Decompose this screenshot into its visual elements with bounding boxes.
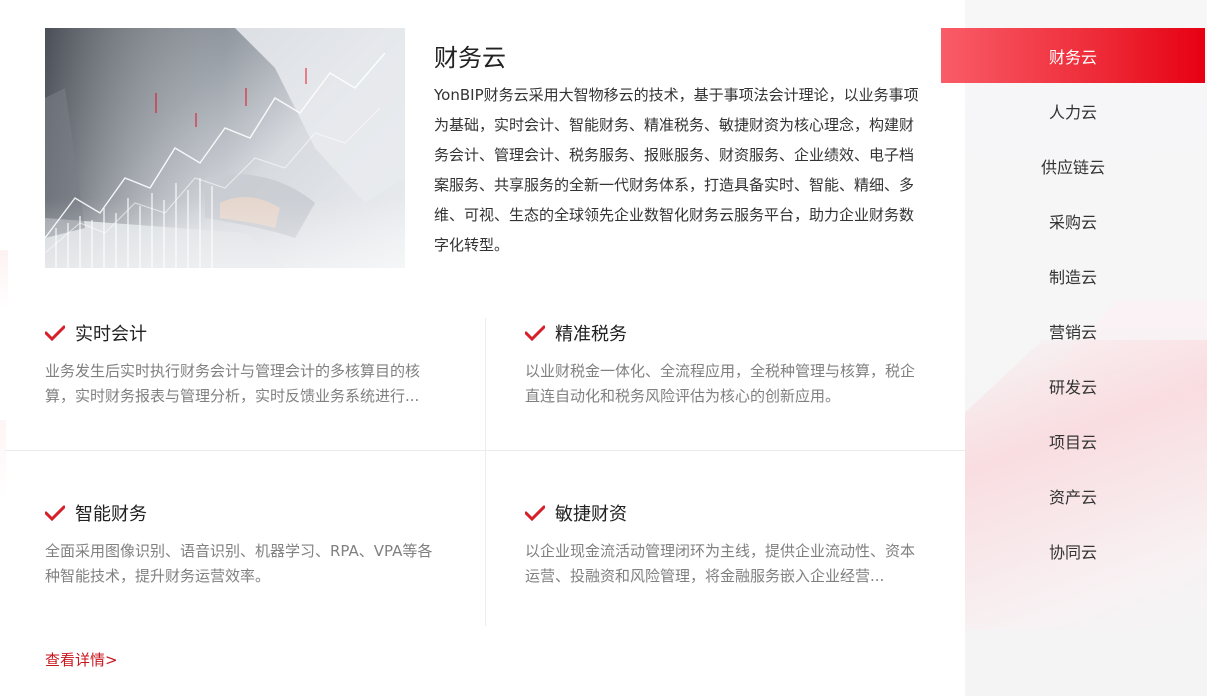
sidebar-item-label: 人力云 <box>1048 102 1097 122</box>
sidebar-item-label: 营销云 <box>1048 322 1097 342</box>
sidebar-item-label: 财务云 <box>1048 47 1097 67</box>
feature-title: 实时会计 <box>75 324 147 345</box>
feature-title: 智能财务 <box>75 504 147 525</box>
sidebar-item-asset-cloud[interactable]: 资产云 <box>941 468 1205 523</box>
sidebar-item-marketing-cloud[interactable]: 营销云 <box>941 303 1205 358</box>
sidebar-item-label: 项目云 <box>1048 432 1097 452</box>
feature-card-precise-tax: 精准税务 以业财税金一体化、全流程应用，全税种管理与核算，税企直连自动化和税务风… <box>525 321 925 409</box>
hero-image <box>45 28 405 268</box>
page-title: 财务云 <box>434 44 506 72</box>
checkmark-icon <box>525 325 545 341</box>
feature-title: 精准税务 <box>555 324 627 345</box>
divider <box>485 318 486 626</box>
view-details-link[interactable]: 查看详情> <box>45 649 118 670</box>
sidebar-item-label: 采购云 <box>1048 212 1097 232</box>
sidebar-item-label: 供应链云 <box>1040 157 1105 177</box>
decorative-shape <box>0 420 6 500</box>
sidebar-item-project-cloud[interactable]: 项目云 <box>941 413 1205 468</box>
sidebar-item-procurement-cloud[interactable]: 采购云 <box>941 193 1205 248</box>
sidebar-nav-list: 财务云 人力云 供应链云 采购云 制造云 营销云 研发云 项目云 资产云 协同云 <box>941 28 1205 578</box>
feature-card-intelligent-finance: 智能财务 全面采用图像识别、语音识别、机器学习、RPA、VPA等各种智能技术，提… <box>45 501 445 589</box>
feature-text: 以企业现金流活动管理闭环为主线，提供企业流动性、资本运营、投融资和风险管理，将金… <box>525 542 916 585</box>
checkmark-icon <box>525 505 545 521</box>
feature-title: 敏捷财资 <box>555 504 627 525</box>
feature-card-realtime-accounting: 实时会计 业务发生后实时执行财务会计与管理会计的多核算目的核算，实时财务报表与管… <box>45 321 445 409</box>
sidebar-item-manufacturing-cloud[interactable]: 制造云 <box>941 248 1205 303</box>
sidebar-item-rd-cloud[interactable]: 研发云 <box>941 358 1205 413</box>
sidebar-item-hr-cloud[interactable]: 人力云 <box>941 83 1205 138</box>
feature-card-agile-treasury: 敏捷财资 以企业现金流活动管理闭环为主线，提供企业流动性、资本运营、投融资和风险… <box>525 501 925 589</box>
checkmark-icon <box>45 505 65 521</box>
sidebar-item-label: 研发云 <box>1048 377 1097 397</box>
sidebar-item-finance-cloud[interactable]: 财务云 <box>941 28 1205 83</box>
sidebar-item-collaboration-cloud[interactable]: 协同云 <box>941 523 1205 578</box>
checkmark-icon <box>45 325 65 341</box>
feature-text: 以业财税金一体化、全流程应用，全税种管理与核算，税企直连自动化和税务风险评估为核… <box>525 362 916 405</box>
feature-text: 业务发生后实时执行财务会计与管理会计的多核算目的核算，实时财务报表与管理分析，实… <box>45 362 421 405</box>
sidebar-item-label: 资产云 <box>1048 487 1097 507</box>
sidebar-item-supply-chain-cloud[interactable]: 供应链云 <box>941 138 1205 193</box>
sidebar-item-label: 协同云 <box>1048 542 1097 562</box>
sidebar-item-label: 制造云 <box>1048 267 1097 287</box>
cloud-nav-sidebar: 财务云 人力云 供应链云 采购云 制造云 营销云 研发云 项目云 资产云 协同云 <box>941 0 1207 696</box>
feature-text: 全面采用图像识别、语音识别、机器学习、RPA、VPA等各种智能技术，提升财务运营… <box>45 542 433 585</box>
page-description: YonBIP财务云采用大智物移云的技术，基于事项法会计理论，以业务事项为基础，实… <box>434 86 919 254</box>
decorative-shape <box>0 250 8 310</box>
